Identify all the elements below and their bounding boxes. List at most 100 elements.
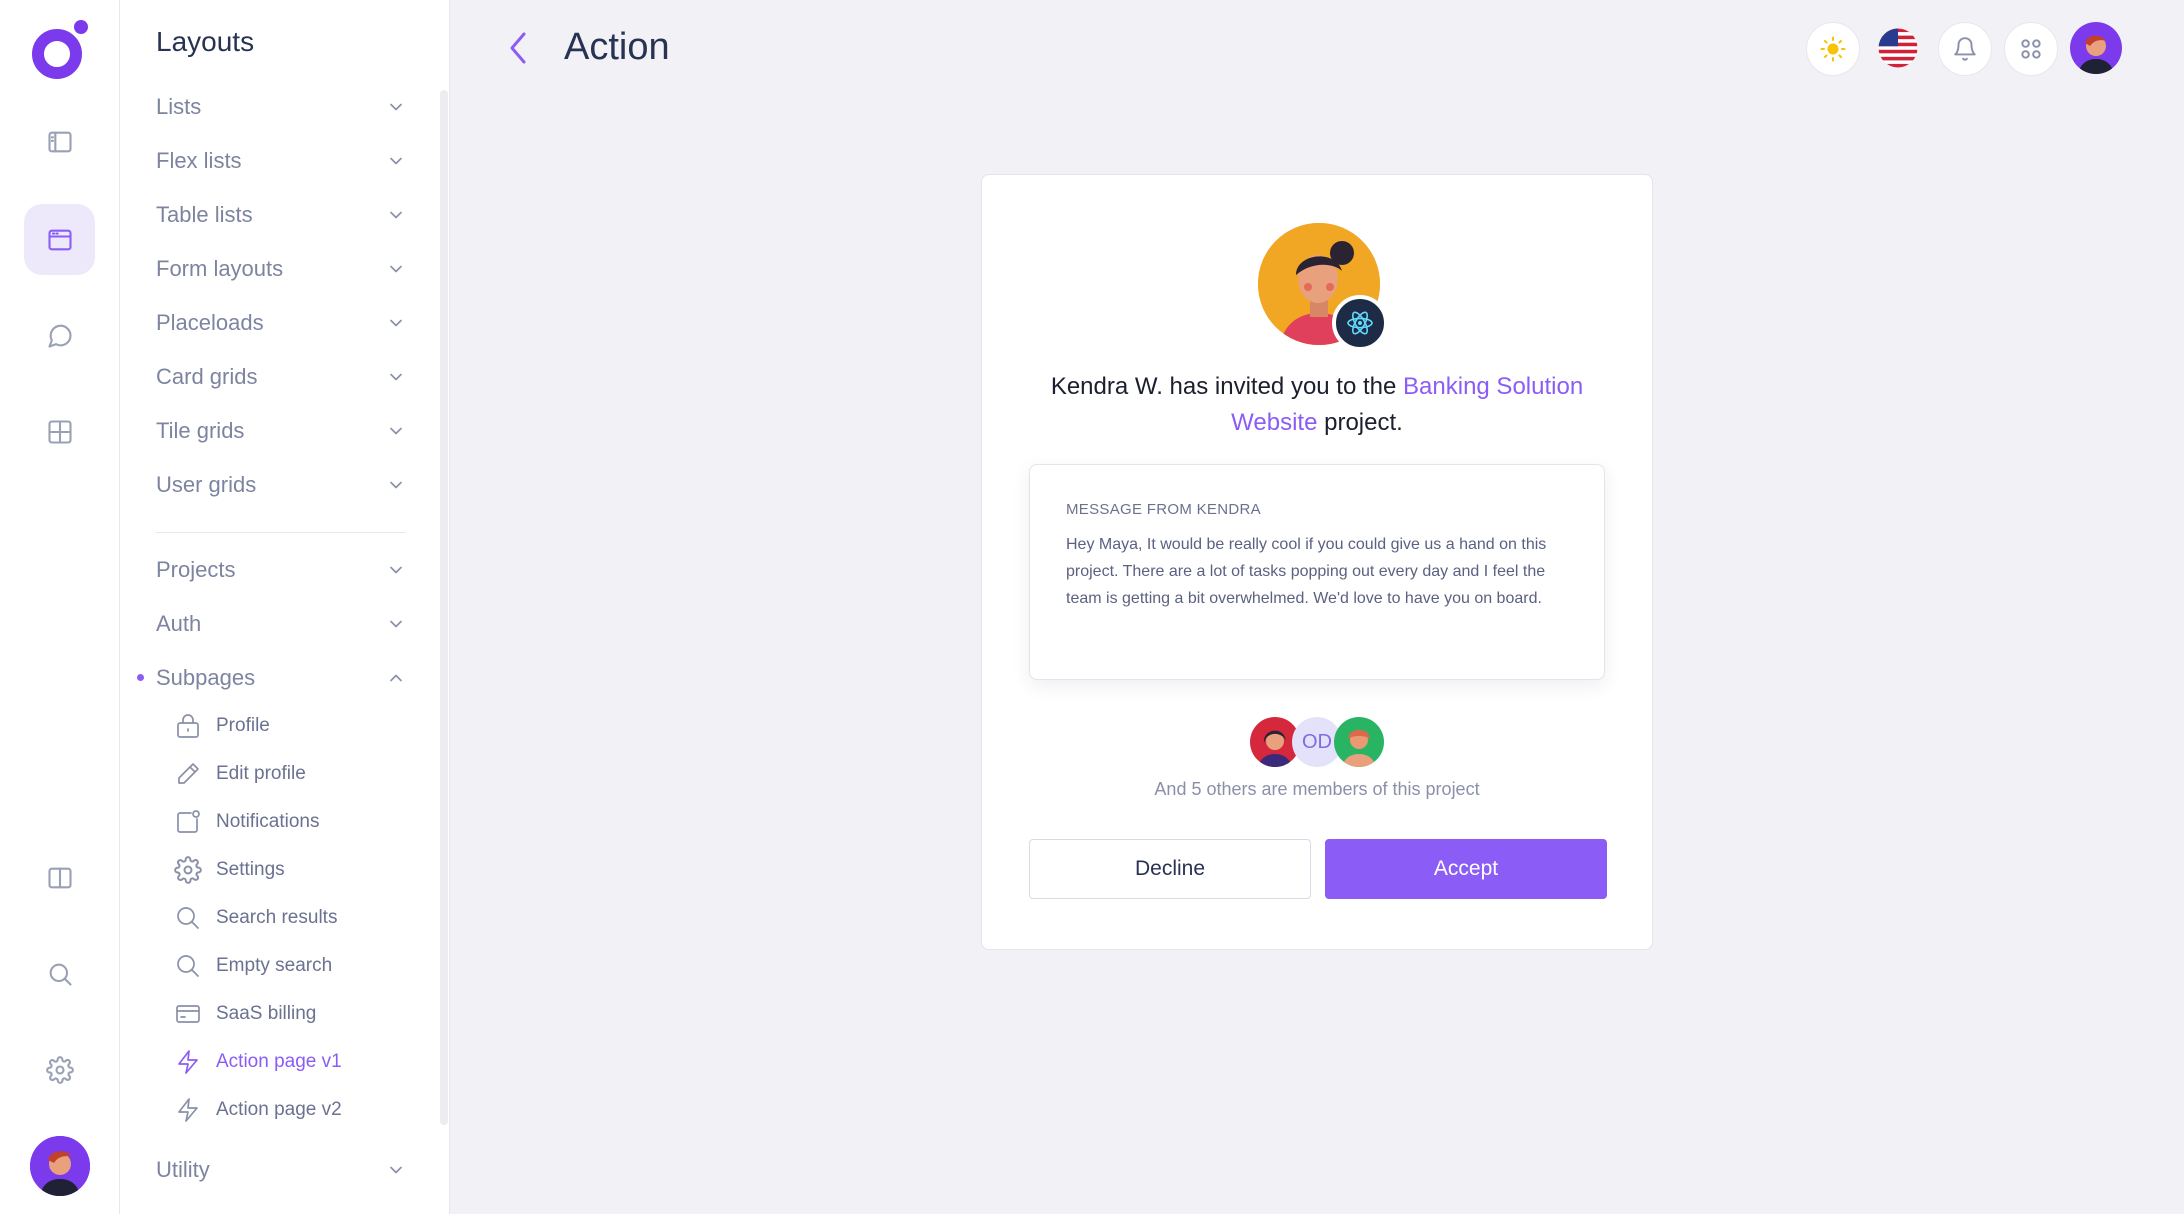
sidebar-divider [156, 532, 406, 533]
sidebar-title: Layouts [156, 26, 255, 57]
subnav-label: Profile [216, 715, 270, 736]
nav-label: Lists [156, 94, 202, 119]
gear-icon[interactable] [24, 1034, 95, 1105]
invite-text-before: Kendra W. has invited you to the [1050, 373, 1404, 400]
grid-icon[interactable] [24, 396, 95, 467]
chevron-down-icon [390, 481, 402, 489]
chevron-down-icon [390, 427, 402, 435]
nav-item-projects[interactable]: Projects [156, 550, 406, 590]
sun-icon [1820, 36, 1846, 62]
icon-rail [0, 0, 120, 1214]
nav-item-flex-lists[interactable]: Flex lists [156, 141, 406, 181]
subnav-item-profile[interactable]: Profile [174, 708, 270, 744]
subnav-item-notifications[interactable]: Notifications [174, 804, 320, 840]
nav-item-placeloads[interactable]: Placeloads [156, 303, 406, 343]
nav-label: Placeloads [156, 310, 264, 335]
nav-label: Projects [156, 557, 236, 582]
header-user-avatar[interactable] [2070, 22, 2122, 74]
subnav-item-edit-profile[interactable]: Edit profile [174, 756, 306, 792]
chevron-up-icon [390, 674, 402, 682]
chevron-down-icon [390, 265, 402, 273]
subnav-item-action-page-v1[interactable]: Action page v1 [174, 1044, 342, 1080]
chevron-left-icon [510, 32, 526, 64]
layouts-sidebar: Layouts Lists Flex lists Table lists For… [120, 0, 450, 1214]
theme-toggle-button[interactable] [1806, 22, 1860, 76]
columns-icon[interactable] [24, 842, 95, 913]
nav-item-auth[interactable]: Auth [156, 604, 406, 644]
nav-label: Subpages [156, 665, 256, 690]
search-icon[interactable] [24, 938, 95, 1009]
lightning-icon [178, 1098, 198, 1122]
layouts-icon[interactable] [24, 204, 95, 275]
accept-button[interactable]: Accept [1325, 839, 1607, 899]
lightning-icon [178, 1050, 198, 1074]
subnav-label: Action page v1 [216, 1051, 342, 1072]
nav-label: Auth [156, 611, 202, 636]
chat-icon[interactable] [24, 300, 95, 371]
message-label: MESSAGE FROM KENDRA [1066, 501, 1261, 518]
search-icon [177, 955, 199, 977]
language-button[interactable] [1872, 22, 1924, 74]
nav-label: User grids [156, 472, 257, 497]
message-box: MESSAGE FROM KENDRA Hey Maya, It would b… [1029, 464, 1605, 680]
members-caption: And 5 others are members of this project [1154, 779, 1480, 799]
subnav-item-search-results[interactable]: Search results [174, 900, 337, 936]
chevron-down-icon [390, 1166, 402, 1174]
subnav-label: Search results [216, 907, 338, 928]
member-avatar[interactable] [1334, 717, 1384, 767]
active-section-dot [137, 674, 144, 681]
subnav-label: Edit profile [216, 763, 306, 784]
subnav-item-saas-billing[interactable]: SaaS billing [174, 996, 316, 1032]
gear-icon [174, 856, 202, 884]
user-avatar[interactable] [30, 1136, 90, 1196]
sidebar-layout-icon[interactable] [24, 106, 95, 177]
subnav-label: Settings [216, 859, 285, 880]
subnav-item-action-page-v2[interactable]: Action page v2 [174, 1092, 342, 1128]
chevron-down-icon [390, 566, 402, 574]
sidebar-scrollbar[interactable] [440, 90, 448, 1125]
nav-label: Flex lists [156, 148, 242, 173]
subnav-label: Action page v2 [216, 1099, 342, 1120]
apps-button[interactable] [2004, 22, 2058, 76]
nav-label: Tile grids [156, 418, 245, 443]
member-avatars: OD [982, 717, 1652, 769]
chevron-down-icon [390, 620, 402, 628]
chevron-down-icon [390, 319, 402, 327]
bell-icon [1954, 37, 1976, 61]
subnav-item-empty-search[interactable]: Empty search [174, 948, 332, 984]
apps-grid-icon [2021, 39, 2041, 59]
chevron-down-icon [390, 157, 402, 165]
nav-item-card-grids[interactable]: Card grids [156, 357, 406, 397]
invite-message: Kendra W. has invited you to the Banking… [1022, 369, 1612, 441]
subnav-label: Notifications [216, 811, 320, 832]
nav-item-form-layouts[interactable]: Form layouts [156, 249, 406, 289]
subnav-item-settings[interactable]: Settings [174, 852, 285, 888]
lock-icon [177, 714, 199, 738]
invite-card: Kendra W. has invited you to the Banking… [981, 174, 1653, 950]
notification-icon [177, 810, 200, 833]
notifications-button[interactable] [1938, 22, 1992, 76]
nav-item-table-lists[interactable]: Table lists [156, 195, 406, 235]
back-button[interactable] [500, 28, 536, 68]
pencil-icon [178, 763, 199, 784]
nav-label: Card grids [156, 364, 258, 389]
us-flag-icon [1878, 28, 1918, 68]
react-badge-icon [1332, 295, 1388, 351]
decline-button[interactable]: Decline [1029, 839, 1311, 899]
app-logo-icon[interactable] [30, 18, 90, 80]
nav-label: Form layouts [156, 256, 284, 281]
credit-card-icon [176, 1005, 200, 1023]
nav-item-tile-grids[interactable]: Tile grids [156, 411, 406, 451]
page-title: Action [564, 26, 670, 68]
subnav-label: Empty search [216, 955, 333, 976]
nav-item-user-grids[interactable]: User grids [156, 465, 406, 505]
chevron-down-icon [390, 373, 402, 381]
subnav-label: SaaS billing [216, 1003, 317, 1024]
chevron-down-icon [390, 103, 402, 111]
nav-item-utility[interactable]: Utility [156, 1150, 406, 1190]
message-body: Hey Maya, It would be really cool if you… [1066, 536, 1547, 607]
nav-label: Table lists [156, 202, 253, 227]
search-icon [177, 907, 199, 929]
nav-item-lists[interactable]: Lists [156, 87, 406, 127]
nav-item-subpages[interactable]: Subpages [156, 658, 406, 698]
